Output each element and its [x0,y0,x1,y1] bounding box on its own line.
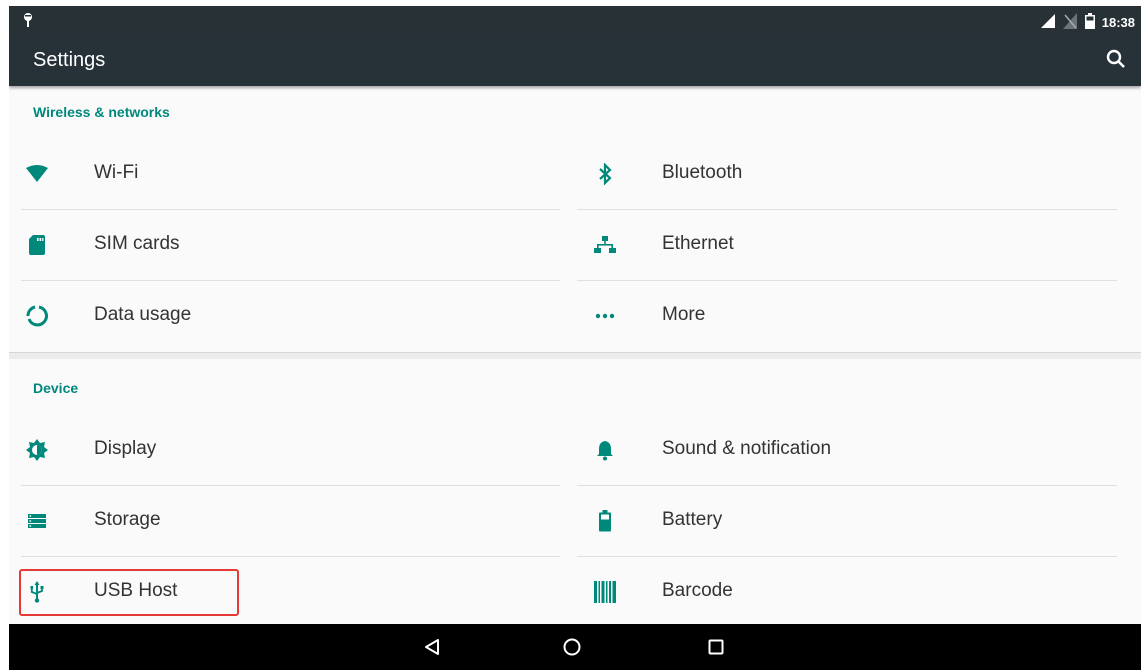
settings-item-storage[interactable]: Storage [9,486,549,556]
settings-item-display[interactable]: Display [9,415,549,485]
recents-button-icon[interactable] [704,635,728,659]
display-icon [25,438,49,462]
status-bar: 18:38 [9,6,1141,36]
settings-item-label: Wi-Fi [94,162,139,183]
android-screen: 18:38 Settings Wireless & networks Wi-Fi… [9,6,1141,670]
settings-content: Wireless & networks Wi-Fi Bluetooth SIM … [9,86,1141,624]
storage-icon [25,509,49,533]
settings-item-label: Display [94,438,157,459]
section-title-device: Device [33,380,79,396]
no-sim-icon [1062,12,1078,33]
settings-item-label: Storage [94,509,161,530]
settings-item-label: Data usage [94,304,192,325]
settings-item-label: Sound & notification [662,438,832,459]
settings-item-label: SIM cards [94,233,180,254]
data-usage-icon [25,304,49,328]
settings-item-barcode[interactable]: Barcode [577,557,1117,627]
settings-item-data-usage[interactable]: Data usage [9,281,549,351]
section-separator [9,352,1141,359]
settings-item-bluetooth[interactable]: Bluetooth [577,139,1117,209]
battery-status-icon [1084,13,1096,32]
settings-item-label: Bluetooth [662,162,743,183]
barcode-icon [593,580,617,604]
settings-item-label: Barcode [662,580,733,601]
notification-icon [23,12,33,33]
sim-card-icon [25,233,49,257]
more-icon [593,304,617,328]
status-time: 18:38 [1101,15,1135,30]
settings-item-sim-cards[interactable]: SIM cards [9,210,549,280]
settings-item-label: Ethernet [662,233,734,254]
search-icon[interactable] [1105,48,1127,75]
home-button-icon[interactable] [560,635,584,659]
bell-icon [593,438,617,462]
app-bar: Settings [9,36,1141,86]
usb-host-highlight-box [19,569,239,616]
signal-icon [1040,13,1056,32]
navigation-bar [9,624,1141,670]
bluetooth-icon [593,162,617,186]
settings-item-battery[interactable]: Battery [577,486,1117,556]
settings-item-wifi[interactable]: Wi-Fi [9,139,549,209]
ethernet-icon [593,233,617,257]
section-title-wireless: Wireless & networks [33,104,170,120]
wifi-icon [25,162,49,186]
page-title: Settings [33,49,106,71]
settings-item-label: More [662,304,706,325]
settings-item-label: Battery [662,509,723,530]
battery-icon [593,509,617,533]
back-button-icon[interactable] [420,635,444,659]
settings-item-ethernet[interactable]: Ethernet [577,210,1117,280]
settings-item-more[interactable]: More [577,281,1117,351]
settings-item-sound-notification[interactable]: Sound & notification [577,415,1117,485]
